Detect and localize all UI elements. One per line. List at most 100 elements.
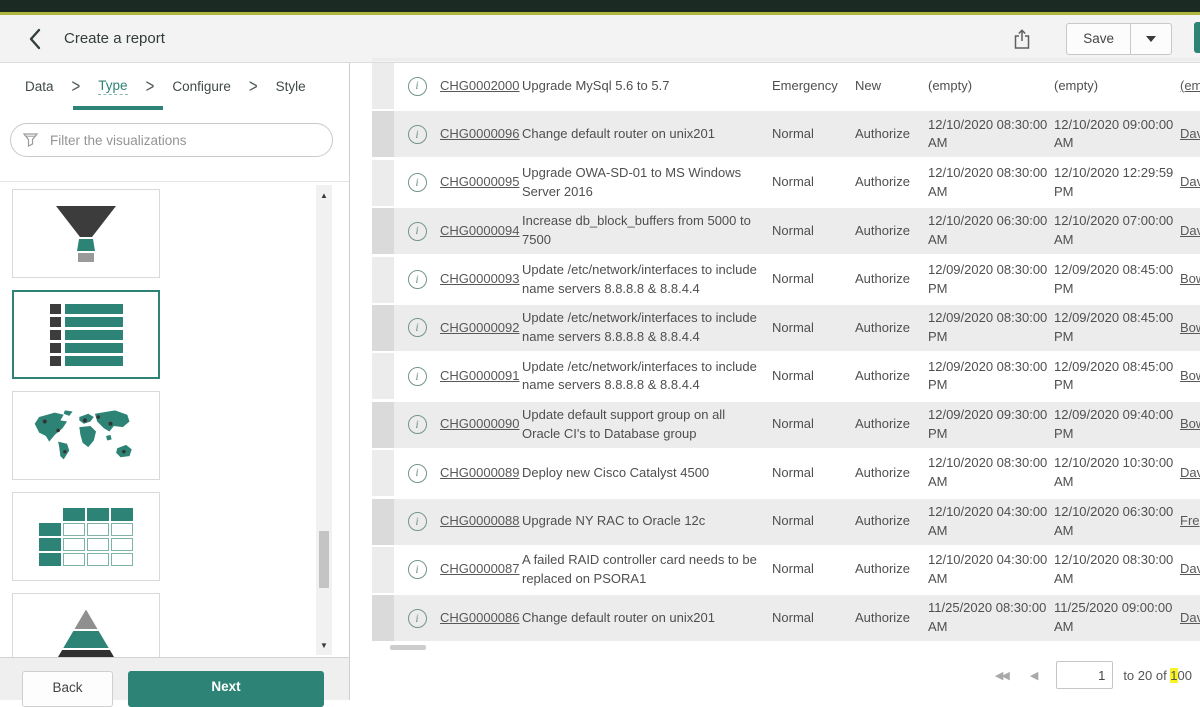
row-info-button[interactable]: i <box>394 560 440 579</box>
change-number-link[interactable]: CHG0000094 <box>440 222 522 241</box>
row-info-button[interactable]: i <box>394 125 440 144</box>
planned-start-date: (empty) <box>928 77 1054 96</box>
save-button[interactable]: Save <box>1066 23 1130 55</box>
viz-tile-pyramid[interactable] <box>12 593 160 658</box>
chevron-right-icon: > <box>249 75 258 97</box>
change-type: Normal <box>772 125 855 144</box>
row-info-button[interactable]: i <box>394 464 440 483</box>
back-button[interactable]: Back <box>22 671 113 707</box>
row-info-button[interactable]: i <box>394 270 440 289</box>
row-info-button[interactable]: i <box>394 77 440 96</box>
sidebar-scrollbar[interactable]: ▲ ▼ <box>316 185 332 655</box>
viz-tile-map[interactable] <box>12 391 160 480</box>
previous-page-icon[interactable]: ◀ <box>1030 669 1038 682</box>
info-icon: i <box>408 464 427 483</box>
planned-end-date: 12/10/2020 08:30:00 AM <box>1054 551 1180 589</box>
step-configure[interactable]: Configure <box>172 79 231 94</box>
change-type: Normal <box>772 560 855 579</box>
step-style[interactable]: Style <box>276 79 306 94</box>
pyramid-chart-icon <box>53 610 119 659</box>
assigned-to-link[interactable]: Dav <box>1180 173 1200 192</box>
change-number-link[interactable]: CHG0000086 <box>440 609 522 628</box>
share-button[interactable] <box>1010 26 1034 52</box>
change-type: Normal <box>772 464 855 483</box>
change-number-link[interactable]: CHG0000087 <box>440 560 522 579</box>
scroll-down-icon[interactable]: ▼ <box>316 637 332 653</box>
planned-end-date: 12/09/2020 08:45:00 PM <box>1054 261 1180 299</box>
scrollbar-thumb[interactable] <box>319 531 329 588</box>
step-data[interactable]: Data <box>25 79 54 94</box>
info-icon: i <box>408 270 427 289</box>
first-page-icon[interactable]: ◀◀ <box>995 669 1008 682</box>
row-left-gutter <box>372 499 394 545</box>
table-row: i CHG0000086 Change default router on un… <box>372 595 1200 641</box>
change-state: Authorize <box>855 609 928 628</box>
assigned-to-link[interactable]: (empty) <box>1180 77 1200 96</box>
change-number-link[interactable]: CHG0000092 <box>440 319 522 338</box>
assigned-to-link[interactable]: Dav <box>1180 560 1200 579</box>
table-row: i CHG0000092 Update /etc/network/interfa… <box>372 305 1200 351</box>
horizontal-scrollbar-thumb[interactable] <box>390 645 426 650</box>
top-banner-strip <box>0 0 1200 12</box>
info-icon: i <box>408 367 427 386</box>
info-icon: i <box>408 415 427 434</box>
step-type[interactable]: Type <box>98 78 127 95</box>
change-type: Normal <box>772 319 855 338</box>
table-row: i CHG0000094 Increase db_block_buffers f… <box>372 208 1200 254</box>
viz-tile-heatmap[interactable] <box>12 492 160 581</box>
back-chevron-button[interactable] <box>24 26 46 52</box>
row-info-button[interactable]: i <box>394 222 440 241</box>
assigned-to-link[interactable]: Dav <box>1180 222 1200 241</box>
assigned-to-link[interactable]: Fre <box>1180 512 1200 531</box>
change-type: Emergency <box>772 77 855 96</box>
info-icon: i <box>408 77 427 96</box>
change-number-link[interactable]: CHG0000091 <box>440 367 522 386</box>
info-icon: i <box>408 609 427 628</box>
table-row: i CHG0000091 Update /etc/network/interfa… <box>372 353 1200 399</box>
row-info-button[interactable]: i <box>394 173 440 192</box>
assigned-to-link[interactable]: Dav <box>1180 125 1200 144</box>
assigned-to-link[interactable]: Bow <box>1180 415 1200 434</box>
change-type: Normal <box>772 415 855 434</box>
scroll-up-icon[interactable]: ▲ <box>316 187 332 203</box>
change-number-link[interactable]: CHG0000093 <box>440 270 522 289</box>
wizard-steps: Data > Type > Configure > Style <box>0 63 349 110</box>
change-number-link[interactable]: CHG0000096 <box>440 125 522 144</box>
change-state: Authorize <box>855 319 928 338</box>
row-info-button[interactable]: i <box>394 609 440 628</box>
viz-tile-list[interactable] <box>12 290 160 379</box>
info-icon: i <box>408 173 427 192</box>
viz-tile-funnel[interactable] <box>12 189 160 278</box>
assigned-to-link[interactable]: Dav <box>1180 464 1200 483</box>
change-number-link[interactable]: CHG0002000 <box>440 77 522 96</box>
share-icon <box>1013 28 1031 50</box>
row-info-button[interactable]: i <box>394 367 440 386</box>
change-number-link[interactable]: CHG0000095 <box>440 173 522 192</box>
table-row: i CHG0000090 Update default support grou… <box>372 402 1200 448</box>
info-icon: i <box>408 560 427 579</box>
change-number-link[interactable]: CHG0000090 <box>440 415 522 434</box>
change-number-link[interactable]: CHG0000089 <box>440 464 522 483</box>
short-description: Update /etc/network/interfaces to includ… <box>522 358 772 396</box>
assigned-to-link[interactable]: Bow <box>1180 270 1200 289</box>
save-dropdown-button[interactable] <box>1130 23 1172 55</box>
planned-start-date: 12/10/2020 08:30:00 AM <box>928 164 1054 202</box>
table-row: i CHG0000088 Upgrade NY RAC to Oracle 12… <box>372 499 1200 545</box>
run-button-edge[interactable] <box>1194 22 1200 53</box>
next-button[interactable]: Next <box>128 671 324 707</box>
planned-start-date: 12/09/2020 08:30:00 PM <box>928 261 1054 299</box>
assigned-to-link[interactable]: Bow <box>1180 367 1200 386</box>
assigned-to-link[interactable]: Dav <box>1180 609 1200 628</box>
change-state: Authorize <box>855 125 928 144</box>
assigned-to-link[interactable]: Bow <box>1180 319 1200 338</box>
filter-visualizations-box <box>10 123 333 157</box>
row-info-button[interactable]: i <box>394 318 440 337</box>
change-state: Authorize <box>855 173 928 192</box>
change-state: New <box>855 77 928 96</box>
row-info-button[interactable]: i <box>394 512 440 531</box>
row-info-button[interactable]: i <box>394 415 440 434</box>
page-number-input[interactable] <box>1056 661 1113 689</box>
filter-visualizations-input[interactable] <box>48 132 320 149</box>
change-number-link[interactable]: CHG0000088 <box>440 512 522 531</box>
planned-end-date: 12/10/2020 09:00:00 AM <box>1054 116 1180 154</box>
